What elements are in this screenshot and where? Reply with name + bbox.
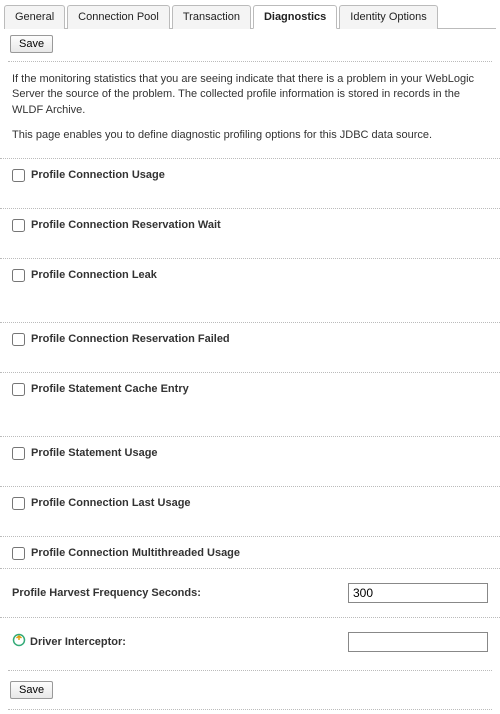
- checkbox-profile-statement-usage[interactable]: [12, 447, 25, 460]
- option-text: Profile Connection Reservation Failed: [31, 333, 230, 345]
- option-profile-statement-usage: Profile Statement Usage: [0, 436, 500, 486]
- tab-identity-options[interactable]: Identity Options: [339, 5, 437, 29]
- save-button-bottom[interactable]: Save: [10, 681, 53, 699]
- option-profile-connection-leak: Profile Connection Leak: [0, 258, 500, 322]
- checkbox-profile-connection-usage[interactable]: [12, 169, 25, 182]
- divider: [8, 61, 492, 62]
- option-text: Profile Connection Reservation Wait: [31, 219, 221, 231]
- option-label[interactable]: Profile Connection Leak: [12, 269, 157, 282]
- save-button-top[interactable]: Save: [10, 35, 53, 53]
- option-label[interactable]: Profile Statement Cache Entry: [12, 383, 189, 396]
- checkbox-profile-connection-last-usage[interactable]: [12, 497, 25, 510]
- option-text: Profile Connection Multithreaded Usage: [31, 547, 240, 559]
- checkbox-profile-connection-multithreaded-usage[interactable]: [12, 547, 25, 560]
- option-label[interactable]: Profile Connection Usage: [12, 169, 165, 182]
- option-profile-connection-last-usage: Profile Connection Last Usage: [0, 486, 500, 536]
- tab-diagnostics[interactable]: Diagnostics: [253, 5, 337, 29]
- tab-bar: General Connection Pool Transaction Diag…: [4, 4, 496, 29]
- field-driver-interceptor: Driver Interceptor:: [0, 617, 500, 666]
- option-profile-connection-usage: Profile Connection Usage: [0, 158, 500, 208]
- intro-text: If the monitoring statistics that you ar…: [0, 64, 500, 158]
- option-text: Profile Connection Usage: [31, 169, 165, 181]
- option-text: Profile Statement Cache Entry: [31, 383, 189, 395]
- divider: [8, 670, 492, 671]
- driver-interceptor-label: Driver Interceptor:: [12, 633, 348, 650]
- restart-required-icon: [12, 633, 26, 650]
- divider: [8, 709, 492, 710]
- option-label[interactable]: Profile Connection Last Usage: [12, 497, 191, 510]
- option-text: Profile Connection Leak: [31, 269, 157, 281]
- harvest-frequency-input[interactable]: [348, 583, 488, 603]
- option-label[interactable]: Profile Connection Multithreaded Usage: [12, 547, 240, 560]
- intro-paragraph-1: If the monitoring statistics that you ar…: [12, 72, 488, 118]
- option-text: Profile Connection Last Usage: [31, 497, 191, 509]
- option-text: Profile Statement Usage: [31, 447, 158, 459]
- option-profile-statement-cache-entry: Profile Statement Cache Entry: [0, 372, 500, 436]
- checkbox-profile-connection-leak[interactable]: [12, 269, 25, 282]
- option-label[interactable]: Profile Connection Reservation Wait: [12, 219, 221, 232]
- driver-interceptor-input[interactable]: [348, 632, 488, 652]
- checkbox-profile-connection-reservation-failed[interactable]: [12, 333, 25, 346]
- option-profile-connection-reservation-wait: Profile Connection Reservation Wait: [0, 208, 500, 258]
- option-label[interactable]: Profile Connection Reservation Failed: [12, 333, 230, 346]
- option-label[interactable]: Profile Statement Usage: [12, 447, 158, 460]
- driver-interceptor-text: Driver Interceptor:: [30, 636, 126, 648]
- option-profile-connection-multithreaded-usage: Profile Connection Multithreaded Usage: [0, 536, 500, 568]
- field-harvest-frequency: Profile Harvest Frequency Seconds:: [0, 568, 500, 617]
- tab-connection-pool[interactable]: Connection Pool: [67, 5, 170, 29]
- harvest-frequency-label: Profile Harvest Frequency Seconds:: [12, 587, 348, 599]
- checkbox-profile-connection-reservation-wait[interactable]: [12, 219, 25, 232]
- tab-general[interactable]: General: [4, 5, 65, 29]
- checkbox-profile-statement-cache-entry[interactable]: [12, 383, 25, 396]
- tab-transaction[interactable]: Transaction: [172, 5, 251, 29]
- option-profile-connection-reservation-failed: Profile Connection Reservation Failed: [0, 322, 500, 372]
- intro-paragraph-2: This page enables you to define diagnost…: [12, 128, 488, 143]
